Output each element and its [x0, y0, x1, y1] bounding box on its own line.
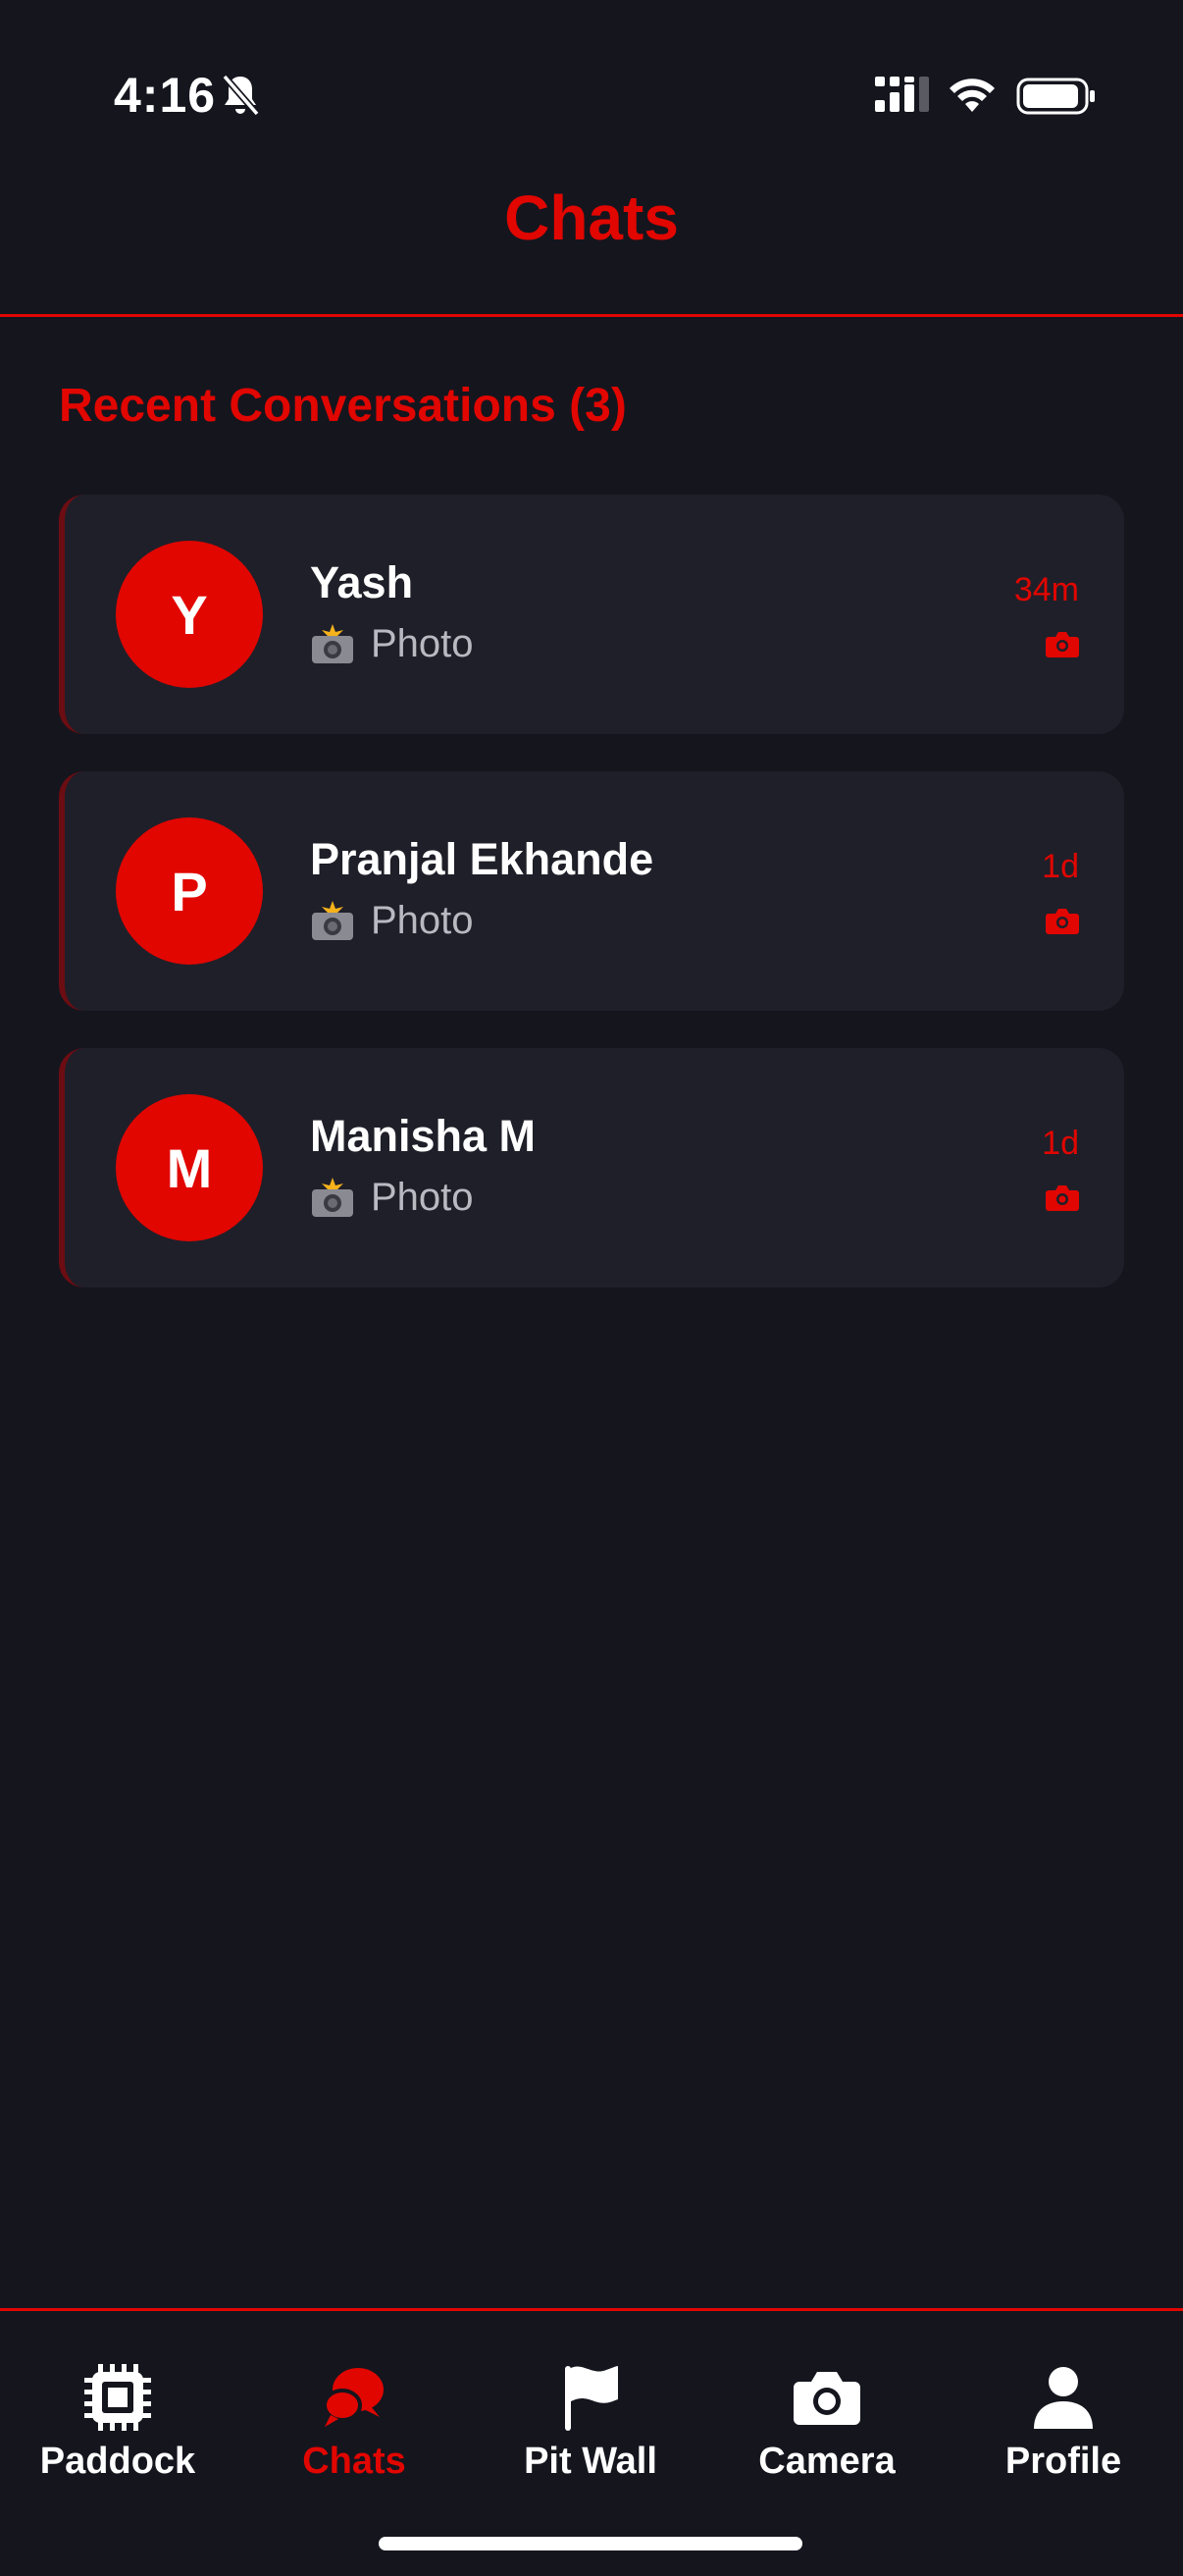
status-bar: 4:16: [0, 0, 1183, 147]
tab-profile[interactable]: Profile: [946, 2362, 1181, 2483]
battery-icon: [1016, 78, 1095, 115]
tab-camera[interactable]: Camera: [709, 2362, 945, 2483]
tab-label: Pit Wall: [524, 2441, 657, 2482]
avatar: M: [116, 1094, 263, 1241]
camera-icon: [1046, 909, 1079, 934]
conversation-name: Pranjal Ekhande: [310, 834, 654, 884]
tab-label: Profile: [1004, 2441, 1122, 2482]
tab-paddock[interactable]: Paddock: [0, 2362, 235, 2483]
conversation-item-yash[interactable]: Y Yash Photo 34m: [59, 495, 1124, 734]
camera-flash-icon: [312, 623, 353, 663]
camera-icon: [1046, 1185, 1079, 1211]
tab-pit-wall[interactable]: Pit Wall: [473, 2362, 708, 2483]
preview-text: Photo: [371, 899, 474, 942]
camera-icon: [794, 2372, 860, 2425]
chat-bubbles-icon: [323, 2368, 384, 2427]
conversation-preview: Photo: [310, 899, 474, 943]
tab-label: Camera: [758, 2441, 896, 2482]
conversation-preview: Photo: [310, 1176, 474, 1220]
camera-flash-icon: [312, 1177, 353, 1217]
conversation-name: Yash: [310, 557, 414, 607]
conversation-list: Y Yash Photo 34m P Pranjal Ekhande Photo…: [59, 495, 1124, 1325]
camera-icon: [1046, 632, 1079, 657]
conversation-time: 1d: [1042, 848, 1079, 885]
camera-flash-icon: [312, 900, 353, 940]
conversation-name: Manisha M: [310, 1111, 537, 1161]
conversation-item-pranjal-ekhande[interactable]: P Pranjal Ekhande Photo 1d: [59, 771, 1124, 1011]
person-icon: [1034, 2367, 1093, 2429]
conversation-time: 34m: [1013, 571, 1079, 608]
wifi-icon: [950, 79, 995, 112]
preview-text: Photo: [371, 622, 474, 665]
tab-label: Paddock: [39, 2441, 196, 2482]
home-indicator: [379, 2537, 802, 2550]
flag-icon: [565, 2366, 618, 2431]
tab-label: Chats: [302, 2441, 406, 2482]
section-title: Recent Conversations (3): [59, 380, 627, 432]
avatar: P: [116, 817, 263, 965]
tab-chats[interactable]: Chats: [236, 2362, 472, 2483]
chip-icon: [84, 2364, 151, 2431]
conversation-item-manisha-m[interactable]: M Manisha M Photo 1d: [59, 1048, 1124, 1288]
conversation-time: 1d: [1042, 1125, 1079, 1162]
preview-text: Photo: [371, 1176, 474, 1219]
header: Chats: [0, 147, 1183, 317]
signal-icon: [875, 77, 929, 112]
conversation-preview: Photo: [310, 622, 474, 666]
avatar: Y: [116, 541, 263, 688]
bell-slash-icon: [222, 74, 260, 117]
status-time: 4:16: [114, 68, 217, 123]
page-title: Chats: [504, 183, 679, 253]
